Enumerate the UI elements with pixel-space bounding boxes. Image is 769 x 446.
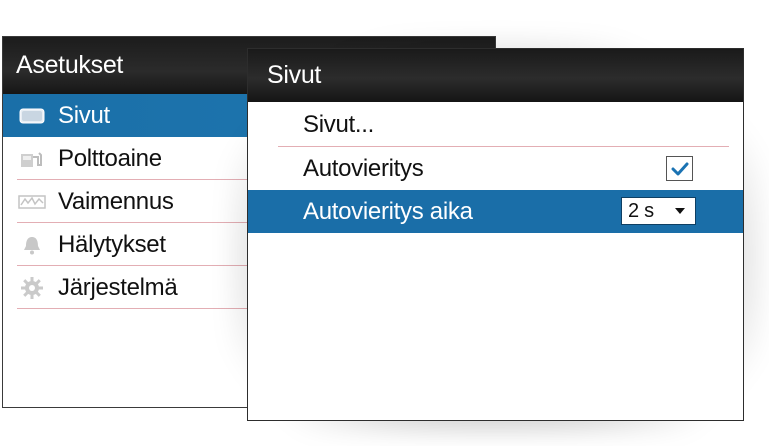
autoscroll-time-dropdown[interactable]: 2 s — [621, 197, 696, 225]
popup-item-autoscroll-time[interactable]: Autovieritys aika 2 s — [248, 190, 743, 233]
pages-popup: Sivut Sivut... Autovieritys Autovieritys… — [247, 48, 744, 421]
popup-item-label: Sivut... — [303, 110, 374, 138]
fuel-icon — [15, 146, 49, 172]
popup-list: Sivut... Autovieritys Autovieritys aika … — [248, 102, 743, 233]
pages-icon — [15, 103, 49, 129]
damping-icon — [15, 189, 49, 215]
bell-icon — [15, 232, 49, 258]
autoscroll-checkbox[interactable] — [666, 156, 693, 181]
dropdown-value: 2 s — [628, 199, 654, 222]
settings-item-label: Järjestelmä — [58, 273, 178, 301]
popup-title: Sivut — [248, 49, 743, 102]
settings-item-label: Hälytykset — [58, 230, 166, 258]
settings-item-label: Vaimennus — [58, 187, 174, 215]
popup-item-pages[interactable]: Sivut... — [248, 102, 743, 147]
checkmark-icon — [671, 162, 688, 175]
chevron-down-icon — [675, 208, 685, 214]
settings-item-label: Polttoaine — [58, 144, 162, 172]
popup-item-autoscroll[interactable]: Autovieritys — [248, 147, 743, 190]
settings-item-label: Sivut — [58, 101, 110, 129]
gear-icon — [15, 275, 49, 301]
